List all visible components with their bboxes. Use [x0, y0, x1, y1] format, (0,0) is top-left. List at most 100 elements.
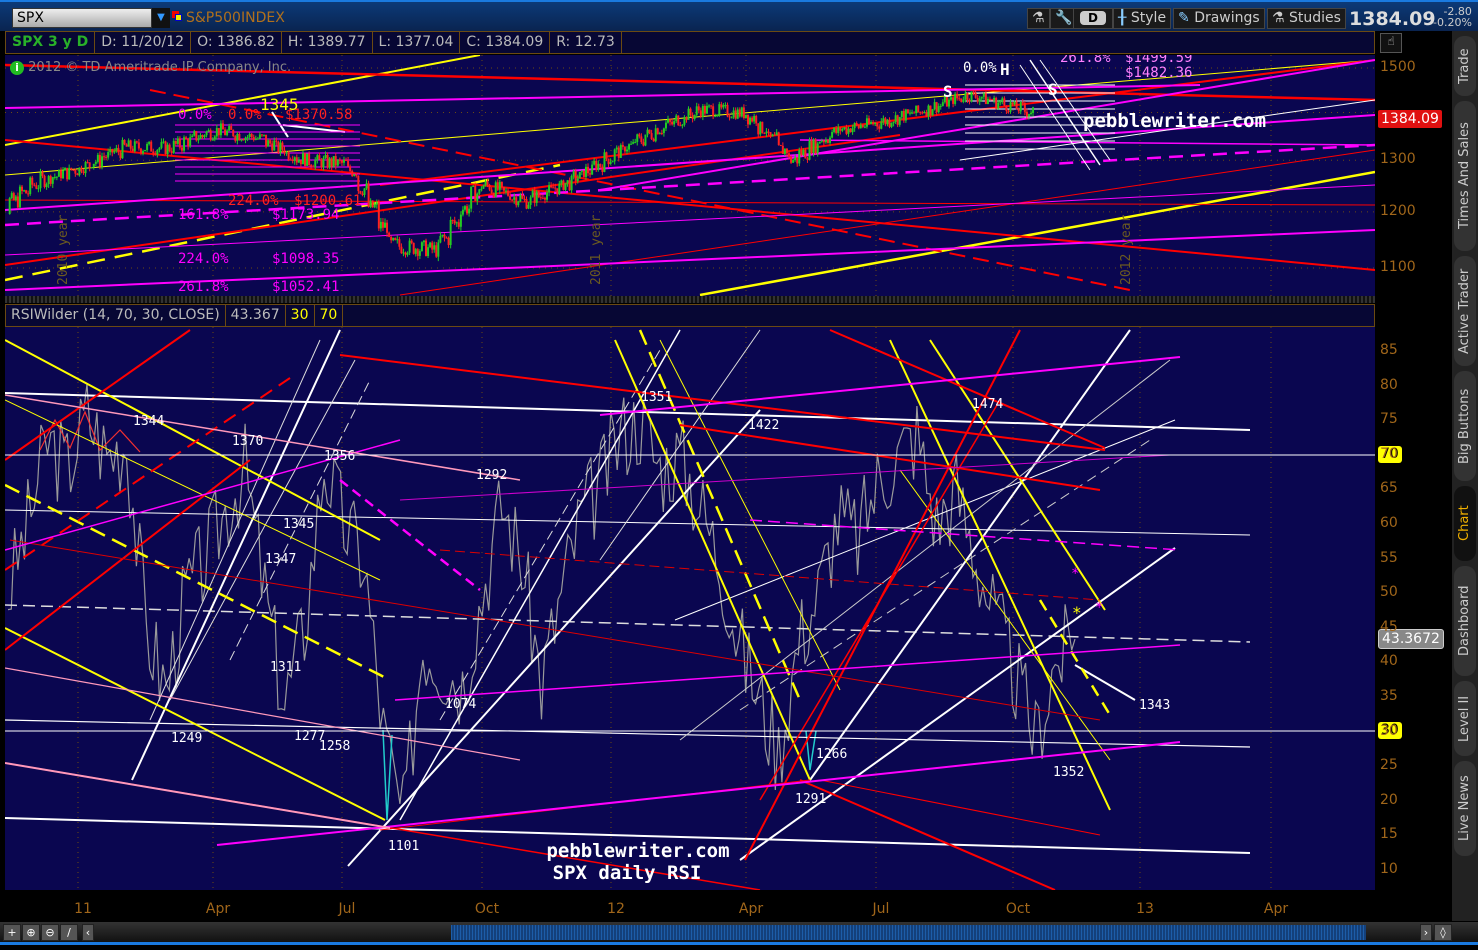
- candle-body: [170, 151, 173, 153]
- candle-body: [381, 221, 384, 228]
- candle-body: [92, 163, 95, 168]
- candle-body: [396, 239, 399, 241]
- candle-body: [490, 189, 493, 194]
- tab-live-news[interactable]: Live News: [1454, 761, 1476, 856]
- drawings-button[interactable]: ✎ Drawings: [1173, 8, 1265, 29]
- zoom-in-icon[interactable]: ⊕: [22, 924, 40, 941]
- candle-body: [878, 126, 881, 129]
- rsi-study-name[interactable]: RSIWilder (14, 70, 30, CLOSE): [6, 305, 226, 326]
- candle-body: [511, 199, 514, 201]
- zoom-out-icon[interactable]: ⊖: [41, 924, 59, 941]
- candle-body: [347, 160, 350, 167]
- candle-body: [308, 153, 311, 166]
- pivot-label: 1474: [972, 397, 1003, 412]
- price-chart-svg[interactable]: 0.0% 0.0%1345$1370.58224.0% $1200.61161.8%…: [4, 50, 1376, 297]
- cursor-mode-icon[interactable]: ☝: [1380, 33, 1402, 53]
- candle-body: [228, 126, 231, 131]
- rsi-tick-label: 60: [1380, 515, 1398, 531]
- aggregation-button[interactable]: D: [1073, 8, 1113, 29]
- candle-body: [1003, 98, 1006, 106]
- candle-body: [785, 148, 788, 154]
- tab-active-trader[interactable]: Active Trader: [1454, 256, 1476, 366]
- scroll-right-icon[interactable]: ›: [1420, 924, 1432, 941]
- candle-body: [634, 141, 637, 143]
- candle-body: [158, 147, 161, 150]
- candle-body: [744, 114, 747, 118]
- candle-body: [1032, 107, 1035, 113]
- candle-body: [843, 127, 846, 130]
- price-annotation: $1482.36: [1125, 65, 1192, 81]
- candle-body: [320, 159, 323, 168]
- pane-splitter[interactable]: [5, 296, 1375, 303]
- symbol-dropdown-icon[interactable]: ▼: [152, 8, 170, 28]
- candle-body: [217, 128, 220, 136]
- rsi-tick-label: 50: [1380, 584, 1398, 601]
- candle-body: [568, 180, 571, 191]
- tab-times-and-sales[interactable]: Times And Sales: [1454, 101, 1476, 251]
- candle-body: [455, 222, 458, 224]
- scroll-left-icon[interactable]: ‹: [82, 924, 94, 941]
- candle-body: [260, 134, 263, 136]
- chart-settings-icon[interactable]: ⚗: [1027, 8, 1050, 29]
- candle-body: [541, 197, 544, 199]
- candle-body: [564, 183, 567, 190]
- candle-body: [802, 149, 805, 155]
- candle-body: [738, 109, 741, 117]
- candle-body: [422, 240, 425, 243]
- scrollbar-thumb[interactable]: [451, 925, 1366, 940]
- candle-body: [904, 109, 907, 121]
- candle-body: [580, 170, 583, 173]
- candle-body: [923, 112, 926, 114]
- candle-body: [824, 140, 827, 143]
- candle-body: [139, 148, 142, 154]
- studies-button[interactable]: ⚗ Studies: [1267, 8, 1346, 29]
- candle-body: [763, 132, 766, 134]
- candle-body: [800, 150, 803, 155]
- rsi-pane[interactable]: 1344 1370 1356 1292 1345 1347 1311 1249 1277 1258…: [4, 327, 1375, 891]
- candle-body: [21, 186, 24, 192]
- expand-icon[interactable]: ◊: [1434, 924, 1452, 941]
- watermark-title: SPX daily RSI: [553, 862, 702, 884]
- candle-body: [295, 157, 298, 163]
- candle-body: [798, 150, 801, 164]
- tab-trade[interactable]: Trade: [1454, 36, 1476, 96]
- candle-body: [388, 232, 391, 237]
- drawing-tool-icon[interactable]: /: [60, 924, 78, 941]
- style-button[interactable]: ╂ Style: [1113, 8, 1172, 29]
- tab-level-ii[interactable]: Level II: [1454, 681, 1476, 756]
- zoom-fit-icon[interactable]: +: [3, 924, 21, 941]
- candle-body: [546, 192, 549, 200]
- candle-body: [57, 170, 60, 177]
- year-label: 2010 year: [56, 214, 71, 285]
- candle-body: [915, 105, 918, 114]
- candle-body: [621, 145, 624, 147]
- candle-body: [439, 236, 442, 243]
- candle-body: [644, 134, 647, 146]
- candle-body: [607, 158, 610, 165]
- price-tick-label: 1300: [1380, 151, 1416, 168]
- price-chart-pane[interactable]: 0.0% 0.0% 1345 $1370.58 224.0% $1200.61 161.8%…: [4, 50, 1376, 297]
- candle-body: [1011, 102, 1014, 105]
- time-tick-label: Jul: [338, 901, 356, 917]
- candle-body: [808, 140, 811, 160]
- candle-body: [55, 176, 58, 178]
- year-label: 2011 year: [589, 214, 604, 285]
- link-icon[interactable]: [172, 11, 183, 22]
- candle-body: [870, 121, 873, 124]
- candle-body: [494, 182, 497, 197]
- info-icon[interactable]: i: [10, 61, 24, 75]
- candle-body: [392, 237, 395, 241]
- symbol-input[interactable]: SPX: [12, 8, 152, 28]
- rsi-chart-svg[interactable]: 13441370135612921345134713111249 12771258…: [4, 327, 1375, 891]
- candle-body: [433, 245, 436, 250]
- tab-big-buttons[interactable]: Big Buttons: [1454, 371, 1476, 481]
- candle-body: [201, 135, 204, 138]
- tab-chart[interactable]: Chart: [1454, 486, 1476, 561]
- tab-dashboard[interactable]: Dashboard: [1454, 566, 1476, 676]
- candle-body: [25, 190, 28, 194]
- rsi-header: RSIWilder (14, 70, 30, CLOSE) 43.367 30 …: [5, 304, 1375, 327]
- pivot-label: 1351: [641, 390, 672, 405]
- candle-body: [997, 102, 1000, 109]
- candle-body: [734, 110, 737, 119]
- candle-body: [935, 102, 938, 113]
